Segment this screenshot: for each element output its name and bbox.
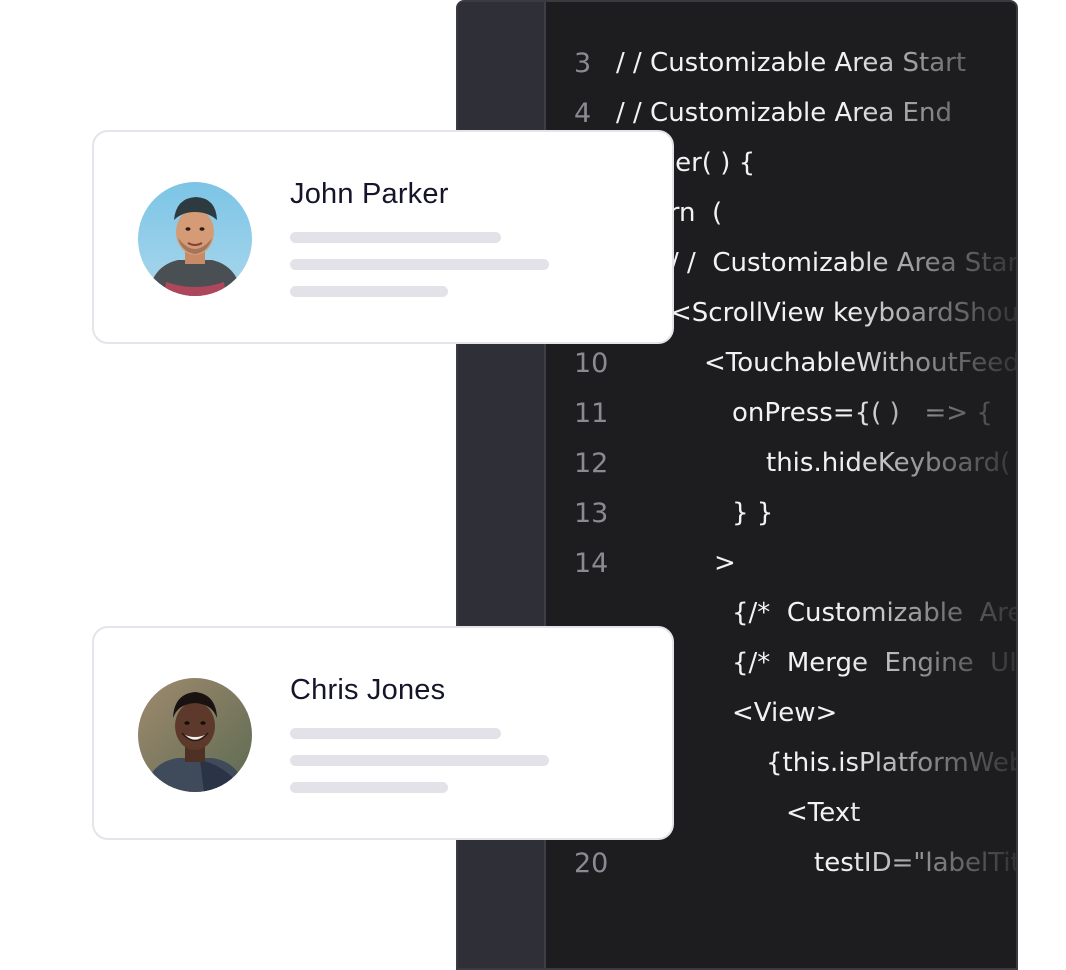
line-number: 4 bbox=[574, 97, 592, 129]
avatar-photo-icon bbox=[138, 182, 252, 296]
code-text: <View> bbox=[732, 698, 838, 728]
avatar-photo-icon bbox=[138, 678, 252, 792]
code-line: 20 testID="labelTitle" bbox=[458, 838, 1016, 888]
profile-card-john-parker[interactable]: John Parker bbox=[92, 130, 674, 344]
code-text: {/* Customizable Area bbox=[732, 598, 1018, 628]
code-text: <Text bbox=[786, 798, 861, 828]
placeholder-line bbox=[290, 286, 448, 297]
line-number: 10 bbox=[574, 347, 609, 379]
placeholder-line bbox=[290, 232, 501, 243]
line-number: 3 bbox=[574, 47, 592, 79]
placeholder-line bbox=[290, 782, 448, 793]
placeholder-line bbox=[290, 728, 501, 739]
code-text: / / Customizable Area Start bbox=[616, 48, 967, 78]
line-number: 14 bbox=[574, 547, 609, 579]
code-line: 14 > bbox=[458, 538, 1016, 588]
code-text: <ScrollView keyboardShouldPersistTaps bbox=[670, 298, 1018, 328]
code-line: 12 this.hideKeyboard( ); bbox=[458, 438, 1016, 488]
code-text: this.hideKeyboard( ); bbox=[766, 448, 1018, 478]
placeholder-line bbox=[290, 259, 549, 270]
profile-name: Chris Jones bbox=[290, 674, 446, 706]
code-text: {/* Merge Engine UI bbox=[732, 648, 1017, 678]
code-text: onPress={( ) => { bbox=[732, 398, 993, 428]
code-text: / / Customizable Area Start bbox=[670, 248, 1018, 278]
line-number: 13 bbox=[574, 497, 609, 529]
profile-name: John Parker bbox=[290, 178, 449, 210]
code-text: > bbox=[714, 548, 736, 578]
code-text: <TouchableWithoutFeedback bbox=[704, 348, 1018, 378]
line-number: 12 bbox=[574, 447, 609, 479]
code-line: 11 onPress={( ) => { bbox=[458, 388, 1016, 438]
code-text: } } bbox=[732, 498, 774, 528]
line-number: 20 bbox=[574, 847, 609, 879]
code-text: {this.isPlatformWeb bbox=[766, 748, 1018, 778]
code-text: testID="labelTitle" bbox=[814, 848, 1016, 878]
avatar bbox=[138, 182, 252, 296]
line-number: 11 bbox=[574, 397, 609, 429]
code-text: / / Customizable Area End bbox=[616, 98, 952, 128]
profile-card-chris-jones[interactable]: Chris Jones bbox=[92, 626, 674, 840]
code-line: 10 <TouchableWithoutFeedback bbox=[458, 338, 1016, 388]
avatar bbox=[138, 678, 252, 792]
code-line: 3 / / Customizable Area Start bbox=[458, 38, 1016, 88]
placeholder-line bbox=[290, 755, 549, 766]
code-line: 13 } } bbox=[458, 488, 1016, 538]
